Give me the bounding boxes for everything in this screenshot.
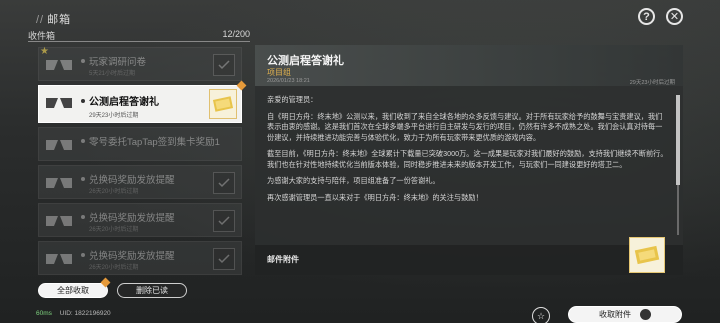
mail-title: 兑换码奖励发放提醒 xyxy=(89,213,175,224)
unread-dot xyxy=(81,253,85,257)
check-icon xyxy=(213,248,235,270)
favorite-star-icon[interactable]: ☆ xyxy=(532,307,550,323)
mail-detail: 公测启程答谢礼 项目组 2026/01/23 18:21 29天23小时后过期 … xyxy=(255,45,683,275)
mail-item[interactable]: 兑换码奖励发放提醒 26天20小时后过期 xyxy=(38,165,242,199)
attachment-item-icon[interactable] xyxy=(629,237,665,273)
detail-body: 亲爱的管理员： 自《明日方舟：终末地》公测以来，我们收到了来自全球各地的众多反馈… xyxy=(267,95,669,245)
detail-title: 公测启程答谢礼 xyxy=(267,55,344,67)
check-icon xyxy=(213,172,235,194)
inbox-count: 12/200 xyxy=(222,29,250,39)
mail-item[interactable]: 零号委托TapTap签到集卡奖励1 xyxy=(38,127,242,161)
mail-logo-icon xyxy=(43,250,75,268)
confirm-icon xyxy=(640,309,651,320)
unread-dot xyxy=(81,177,85,181)
mail-title: 零号委托TapTap签到集卡奖励1 xyxy=(89,137,220,148)
mail-expire: 26天20小时后过期 xyxy=(89,189,139,195)
detail-scrollbar[interactable] xyxy=(676,95,680,235)
uid-value: UID: 1822196920 xyxy=(59,310,111,317)
mail-title: 玩家调研问卷 xyxy=(89,57,147,68)
attachment-label: 邮件附件 xyxy=(267,255,299,264)
mail-logo-icon xyxy=(43,94,75,112)
detail-paragraph: 为感谢大家的支持与陪伴，项目组准备了一份答谢礼。 xyxy=(267,176,440,185)
mail-item[interactable]: 兑换码奖励发放提醒 26天20小时后过期 xyxy=(38,241,242,275)
detail-greeting: 亲爱的管理员： xyxy=(267,95,318,104)
detail-paragraph: 再次感谢管理员一直以来对于《明日方舟：终末地》的关注与鼓励！ xyxy=(267,192,483,202)
mail-logo-icon xyxy=(43,174,75,192)
mail-item[interactable]: 玩家调研问卷 5天21小时后过期 xyxy=(38,47,242,81)
mail-item-selected[interactable]: 公测启程答谢礼 29天23小时后过期 xyxy=(38,80,247,123)
collect-attachment-button[interactable]: 收取附件 xyxy=(568,306,682,323)
mail-item[interactable]: 兑换码奖励发放提醒 26天20小时后过期 xyxy=(38,203,242,237)
mail-expire: 5天21小时后过期 xyxy=(89,71,136,77)
mail-expire: 29天23小时后过期 xyxy=(89,113,139,119)
detail-sender: 项目组 xyxy=(267,68,291,77)
collect-all-button[interactable]: 全部收取 xyxy=(38,283,108,298)
unread-dot xyxy=(81,215,85,219)
mail-title: 兑换码奖励发放提醒 xyxy=(89,175,175,186)
mail-expire: 26天20小时后过期 xyxy=(89,265,139,271)
detail-expire: 29天23小时后过期 xyxy=(629,80,675,86)
footer-status: 60ms UID: 1822196920 xyxy=(36,310,111,317)
delete-read-label: 删除已读 xyxy=(136,286,168,295)
mail-logo-icon xyxy=(43,212,75,230)
mail-title: 公测启程答谢礼 xyxy=(89,97,159,108)
ping-value: 60ms xyxy=(36,310,52,317)
inbox-header: 收件箱 12/200 xyxy=(28,28,250,42)
check-icon xyxy=(213,210,235,232)
unread-dot xyxy=(81,59,85,63)
inbox-label: 收件箱 xyxy=(28,31,56,41)
mail-title: 兑换码奖励发放提醒 xyxy=(89,251,175,262)
gift-item-icon xyxy=(209,89,237,119)
collect-attachment-label: 收取附件 xyxy=(599,310,631,319)
scroll-thumb[interactable] xyxy=(676,95,680,185)
delete-read-button[interactable]: 删除已读 xyxy=(117,283,187,298)
unread-dot xyxy=(81,139,85,143)
detail-date: 2026/01/23 18:21 xyxy=(267,78,310,84)
check-icon xyxy=(213,54,235,76)
top-bar: //邮箱 ? ✕ xyxy=(0,0,720,30)
mail-logo-icon xyxy=(43,136,75,154)
detail-paragraph: 自《明日方舟：终末地》公测以来，我们收到了来自全球各地的众多反馈与建议。对于所有… xyxy=(267,111,663,142)
attachment-bar: 邮件附件 xyxy=(255,237,683,275)
unread-dot xyxy=(81,99,85,103)
detail-header: 公测启程答谢礼 项目组 2026/01/23 18:21 29天23小时后过期 xyxy=(255,45,683,86)
collect-all-label: 全部收取 xyxy=(57,286,89,295)
detail-paragraph: 截至目前，《明日方舟：终末地》全球累计下载量已突破3000万。这一成果是玩家对我… xyxy=(267,149,668,169)
page-title: //邮箱 xyxy=(36,14,72,26)
mail-expire: 26天20小时后过期 xyxy=(89,227,139,233)
question-icon[interactable]: ? xyxy=(638,8,655,25)
close-icon[interactable]: ✕ xyxy=(666,8,683,25)
mail-list: 玩家调研问卷 5天21小时后过期 公测启程答谢礼 29天23小时后过期 零号委托… xyxy=(38,47,247,279)
mail-logo-icon xyxy=(43,56,75,74)
